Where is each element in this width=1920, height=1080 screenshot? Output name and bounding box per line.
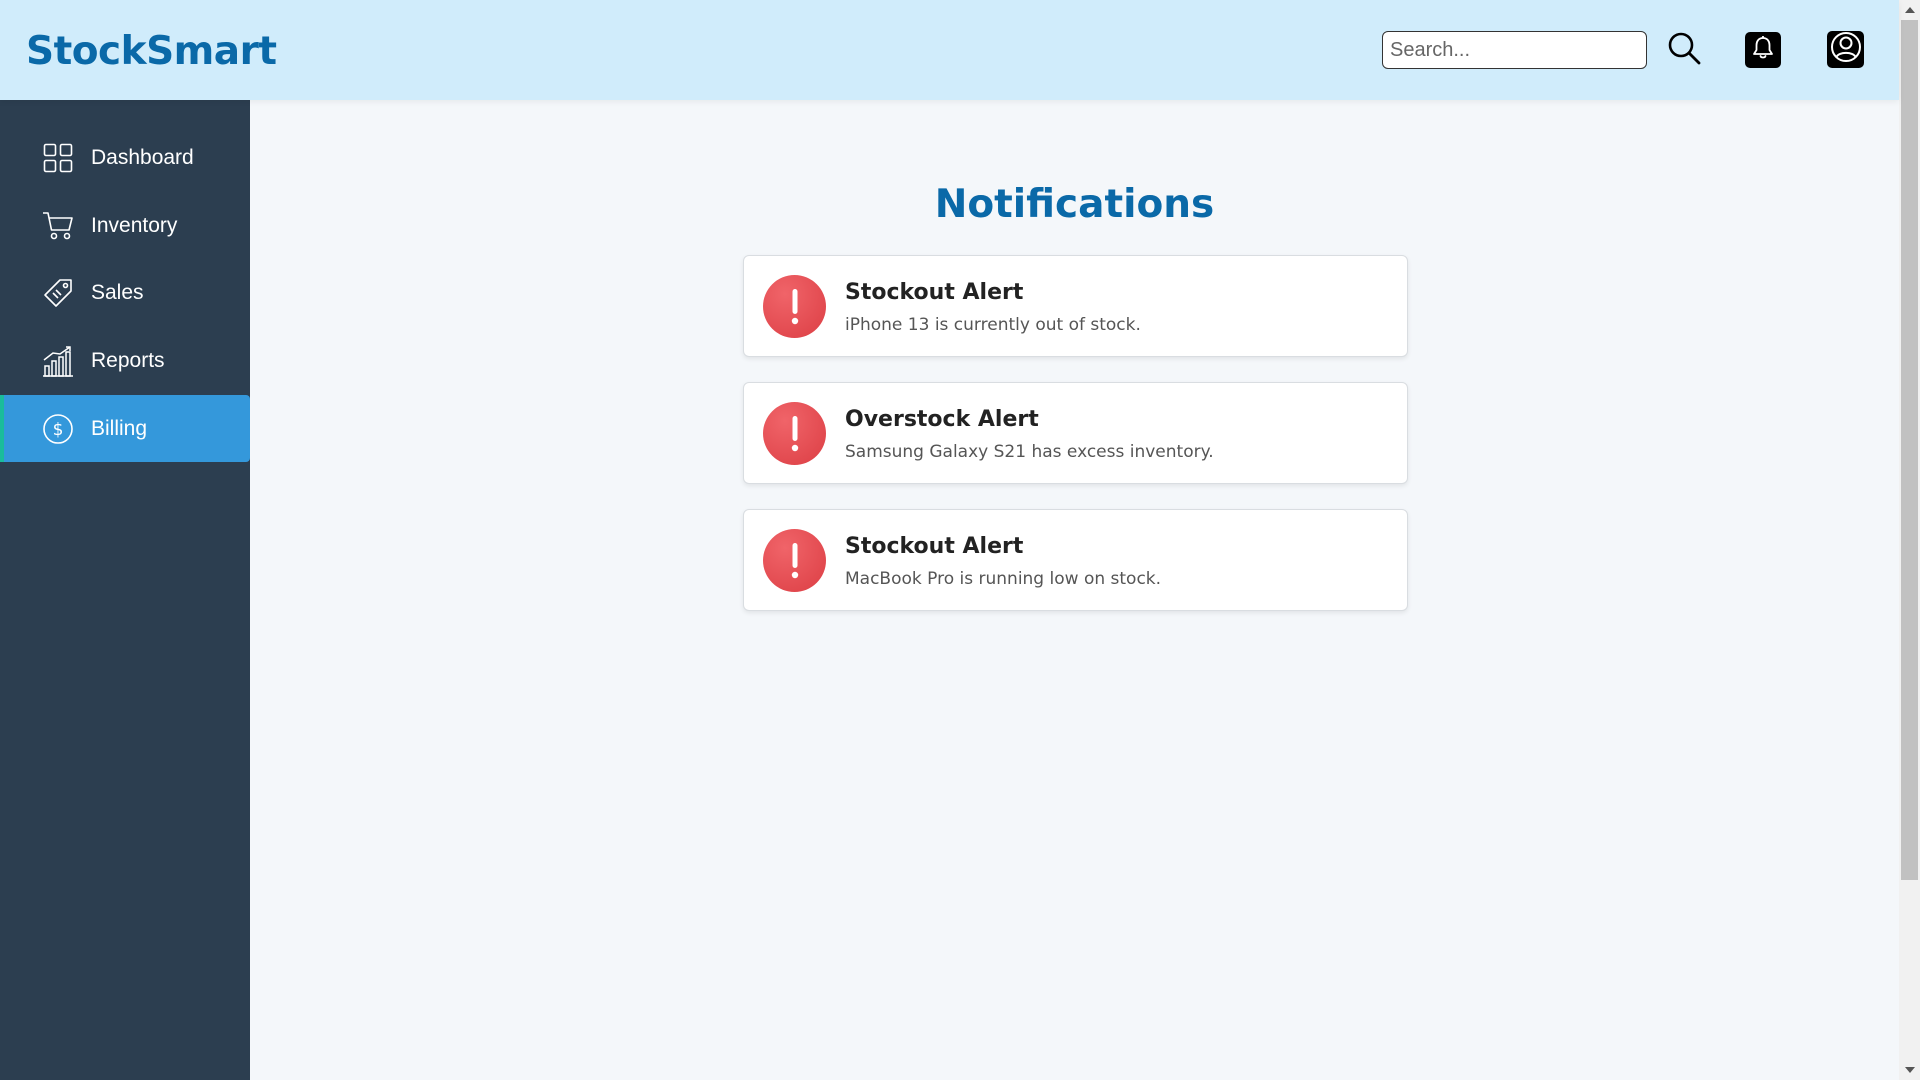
sidebar-item-billing[interactable]: $ Billing [0,395,250,462]
notification-message: iPhone 13 is currently out of stock. [845,315,1141,335]
grid-icon [42,142,74,174]
sidebar-item-label: Sales [91,280,144,304]
search-icon [1667,31,1701,70]
sidebar-item-inventory[interactable]: Inventory [0,192,250,259]
dollar-icon: $ [42,413,74,445]
alert-icon [763,402,826,465]
notification-title: Overstock Alert [845,407,1039,432]
sidebar-item-label: Inventory [91,213,178,237]
sidebar-item-label: Reports [91,348,165,372]
scroll-down-arrow-icon[interactable] [1899,1060,1920,1080]
sidebar-item-sales[interactable]: Sales [0,259,250,326]
sidebar-item-reports[interactable]: Reports [0,327,250,394]
svg-text:$: $ [53,420,64,440]
brand-logo[interactable]: StockSmart [26,30,277,74]
alert-icon [763,275,826,338]
user-profile-button[interactable] [1827,31,1864,68]
notification-title: Stockout Alert [845,280,1024,305]
notification-card[interactable]: Overstock Alert Samsung Galaxy S21 has e… [743,382,1408,484]
sidebar-item-label: Billing [91,416,148,440]
notification-message: MacBook Pro is running low on stock. [845,569,1162,589]
cart-icon [42,210,74,242]
page-title: Notifications [934,182,1215,227]
notification-card[interactable]: Stockout Alert iPhone 13 is currently ou… [743,255,1408,357]
sidebar: Dashboard Inventory Sales Reports $ Bill… [0,100,250,1080]
top-header: StockSmart [0,0,1899,100]
tag-icon [42,277,74,309]
sidebar-item-dashboard[interactable]: Dashboard [0,124,250,191]
bell-icon [1751,35,1775,66]
notification-card[interactable]: Stockout Alert MacBook Pro is running lo… [743,509,1408,611]
main-content: Notifications Stockout Alert iPhone 13 i… [250,100,1899,1080]
scroll-up-arrow-icon[interactable] [1899,0,1920,20]
bar-chart-icon [42,345,74,377]
sidebar-item-label: Dashboard [91,145,194,169]
vertical-scrollbar[interactable] [1899,0,1920,1080]
notification-message: Samsung Galaxy S21 has excess inventory. [845,442,1214,462]
user-icon [1830,31,1862,68]
alert-icon [763,529,826,592]
scrollbar-thumb[interactable] [1901,20,1918,880]
notification-title: Stockout Alert [845,534,1024,559]
search-button[interactable] [1665,31,1703,69]
search-input[interactable] [1382,31,1647,69]
notifications-button[interactable] [1745,32,1781,68]
